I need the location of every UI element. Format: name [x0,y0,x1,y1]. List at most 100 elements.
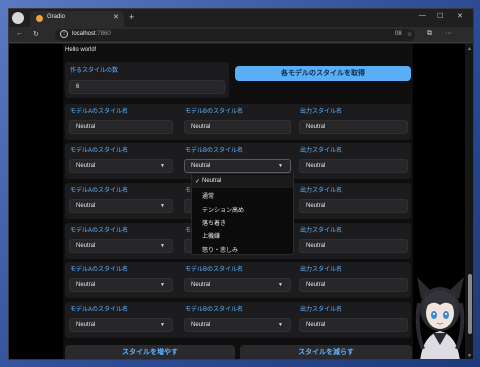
address-host: localhost [72,31,96,37]
output-style-value: Neutral [306,243,326,249]
chevron-down-icon: ▼ [278,163,283,169]
model-b-style-label: モデルBのスタイル名 [185,148,244,154]
model-a-style-dropdown[interactable]: Neutral ▼ [69,159,173,173]
model-a-style-value: Neutral [76,243,96,249]
model-a-style-label: モデルAのスタイル名 [70,188,129,194]
dropdown-option[interactable]: 上機嫌 [192,228,293,241]
model-a-style-label: モデルAのスタイル名 [70,267,129,273]
favorite-star-icon[interactable]: ☆ [407,31,412,38]
checkmark-icon: ✓ [195,179,201,185]
title-bar: Gradio ✕ + — ☐ ✕ [9,9,473,27]
model-a-style-label: モデルAのスタイル名 [70,228,129,234]
chevron-down-icon: ▼ [278,282,283,288]
menu-icon[interactable]: ··· [445,30,452,37]
dropdown-option-label: 上機嫌 [202,234,221,241]
page-scrollbar[interactable]: ▲ ▼ [465,44,473,359]
address-bar[interactable]: i localhost:7860 08 ☆ [55,29,415,41]
browser-window: Gradio ✕ + — ☐ ✕ ← ↻ i localhost:7860 08… [8,8,474,360]
model-a-style-label: モデルAのスタイル名 [70,307,129,313]
gradio-favicon-icon [36,15,43,22]
browser-tab[interactable]: Gradio ✕ [30,11,124,27]
model-a-style-dropdown[interactable]: Neutral ▼ [69,318,173,332]
output-style-value: Neutral [306,124,326,130]
output-style-value: Neutral [306,282,326,288]
num-styles-input[interactable]: 6 [69,80,225,94]
scroll-thumb[interactable] [468,274,472,334]
page-viewport: Hello world! 作るスタイルの数 6 各モデルのスタイルを取得 モデル… [9,44,465,359]
output-style-input[interactable]: Neutral [299,199,408,213]
site-info-icon[interactable]: i [60,30,68,38]
model-a-style-dropdown[interactable]: Neutral ▼ [69,199,173,213]
output-style-label: 出力スタイル名 [300,148,343,154]
dropdown-option[interactable]: ✓ Neutral [192,175,293,188]
dropdown-option-label: 通常 [202,194,215,201]
avatar-illustration [415,269,465,359]
output-style-input[interactable]: Neutral [299,239,408,253]
get-styles-button[interactable]: 各モデルのスタイルを取得 [235,66,411,81]
profile-icon[interactable] [12,12,24,24]
zoom-badge[interactable]: 08 [395,31,402,37]
model-a-style-value: Neutral [76,282,96,288]
model-b-style-dropdown[interactable]: Neutral ▼ [184,318,291,332]
dropdown-option-label: 落ち着き [202,220,227,227]
model-a-style-dropdown[interactable]: Neutral ▼ [69,239,173,253]
chevron-down-icon: ▼ [160,163,165,169]
tab-title: Gradio [47,14,66,20]
model-b-style-dropdown[interactable]: Neutral ▼ [184,278,291,292]
decrease-styles-button[interactable]: スタイルを減らす [240,345,412,359]
chevron-down-icon: ▼ [160,322,165,328]
model-a-style-dropdown[interactable]: Neutral [69,120,173,134]
model-b-style-label: モデルBのスタイル名 [185,109,244,115]
output-style-input[interactable]: Neutral [299,278,408,292]
chevron-down-icon: ▼ [160,203,165,209]
model-b-style-value: Neutral [191,124,211,130]
model-a-style-value: Neutral [76,203,96,209]
model-b-style-dropdown[interactable]: Neutral ▼ [184,159,291,173]
dropdown-option-label: 怒り・悲しみ [202,247,239,254]
address-url: localhost:7860 [72,31,111,37]
chevron-down-icon: ▼ [160,243,165,249]
dropdown-option[interactable]: 通常 [192,188,293,201]
model-a-style-label: モデルAのスタイル名 [70,148,129,154]
output-style-label: 出力スタイル名 [300,188,343,194]
chevron-down-icon: ▼ [160,282,165,288]
dropdown-option[interactable]: 落ち着き [192,215,293,228]
style-dropdown-menu: ✓ Neutral 通常 テンション高め落ち着き上機嫌怒り・悲しみ [191,173,294,255]
scroll-down-icon[interactable]: ▼ [467,353,472,359]
model-b-style-value: Neutral [191,163,211,169]
model-a-style-value: Neutral [76,322,96,328]
back-icon[interactable]: ← [16,30,23,37]
model-a-style-value: Neutral [76,163,96,169]
output-style-label: 出力スタイル名 [300,307,343,313]
close-window-button[interactable]: ✕ [457,12,463,20]
model-b-style-value: Neutral [191,322,211,328]
maximize-button[interactable]: ☐ [437,12,443,20]
model-b-style-dropdown[interactable]: Neutral [184,120,291,134]
model-b-style-label: モデルBのスタイル名 [185,307,244,313]
output-style-value: Neutral [306,203,326,209]
tab-close-icon[interactable]: ✕ [113,13,119,21]
output-style-input[interactable]: Neutral [299,318,408,332]
gradio-app: Hello world! 作るスタイルの数 6 各モデルのスタイルを取得 モデル… [63,44,413,359]
increase-styles-button[interactable]: スタイルを増やす [65,345,235,359]
address-port: :7860 [95,31,111,37]
new-tab-button[interactable]: + [129,12,134,22]
output-style-input[interactable]: Neutral [299,159,408,173]
reload-icon[interactable]: ↻ [33,30,39,38]
model-a-style-dropdown[interactable]: Neutral ▼ [69,278,173,292]
output-style-label: 出力スタイル名 [300,109,343,115]
dropdown-option[interactable]: 怒り・悲しみ [192,242,293,255]
model-b-style-value: Neutral [191,282,211,288]
scroll-up-icon[interactable]: ▲ [467,46,472,52]
model-b-style-label: モデルBのスタイル名 [185,267,244,273]
chevron-down-icon: ▼ [278,322,283,328]
minimize-button[interactable]: — [419,12,426,19]
output-style-label: 出力スタイル名 [300,228,343,234]
model-a-style-label: モデルAのスタイル名 [70,109,129,115]
output-style-label: 出力スタイル名 [300,267,343,273]
output-style-value: Neutral [306,163,326,169]
dropdown-option[interactable]: テンション高め [192,202,293,215]
output-style-input[interactable]: Neutral [299,120,408,134]
extensions-icon[interactable]: ⧉ [427,30,432,38]
num-styles-label: 作るスタイルの数 [70,68,119,74]
